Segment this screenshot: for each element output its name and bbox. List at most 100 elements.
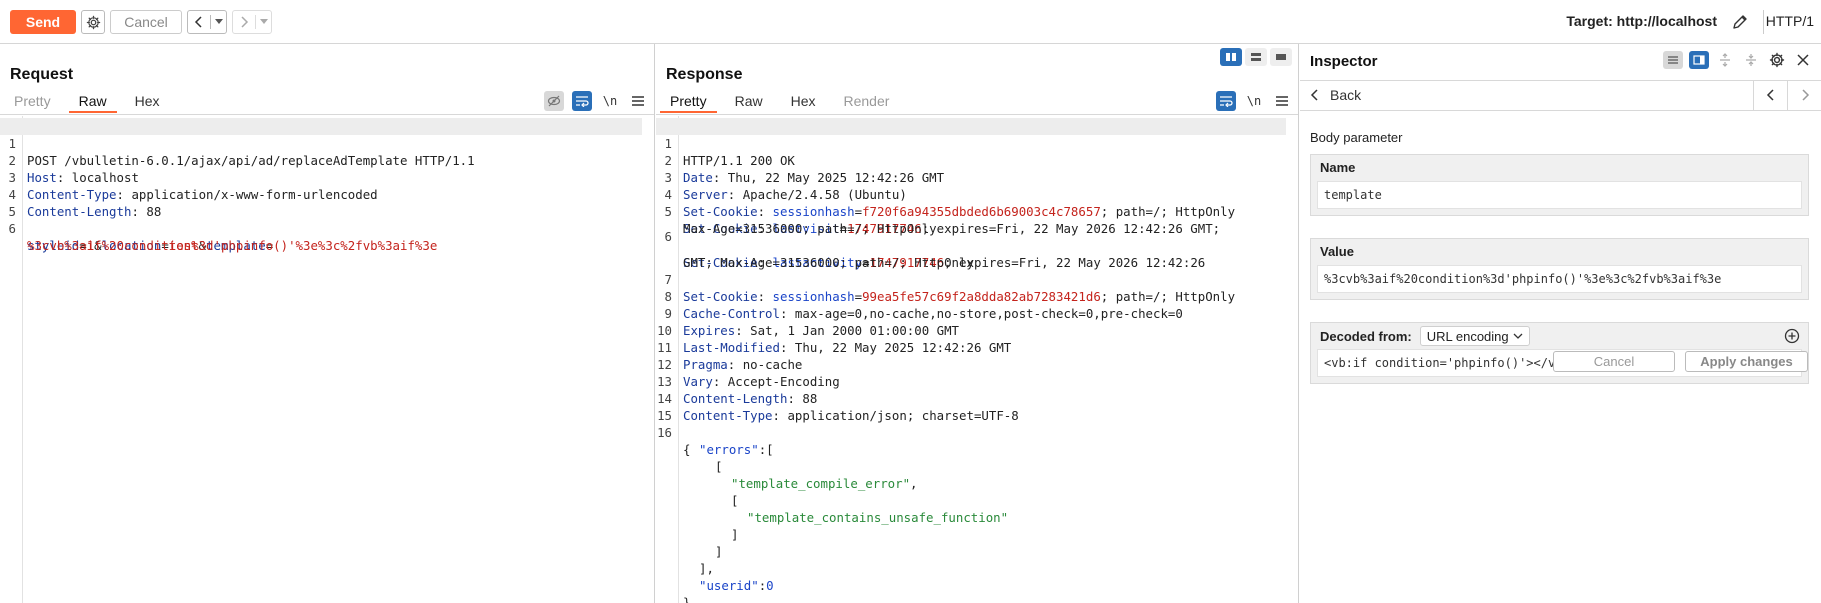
- apply-changes-button[interactable]: Apply changes: [1685, 351, 1808, 372]
- chevron-down-icon: [1513, 333, 1523, 339]
- header-value: localhost: [64, 170, 139, 185]
- section-label: Body parameter: [1310, 130, 1403, 145]
- request-editor-tools: \n: [544, 91, 648, 111]
- request-panel: Request Pretty Raw Hex \n 1 POST /vbulle…: [0, 44, 655, 603]
- back-label: Back: [1330, 87, 1362, 103]
- editor-menu-button[interactable]: [628, 91, 648, 111]
- editor-menu-button[interactable]: [1272, 91, 1292, 111]
- wrap-lines-button[interactable]: [572, 91, 592, 111]
- history-forward-group[interactable]: [232, 10, 272, 34]
- single-pane-icon: [1276, 54, 1286, 60]
- layout-single-button[interactable]: [1270, 48, 1292, 66]
- cookie-attributes: ; expires=Fri, 22 May 2026 12:42:26 GMT;: [921, 221, 1221, 236]
- tab-raw[interactable]: Raw: [68, 91, 117, 113]
- code-line: 14 Content-Type: application/json; chars…: [657, 391, 1019, 423]
- encoding-select[interactable]: URL encoding: [1419, 326, 1530, 346]
- tab-hex[interactable]: Hex: [125, 91, 170, 113]
- header-value: 88: [138, 204, 162, 219]
- tab-render[interactable]: Render: [834, 91, 900, 113]
- code-line: [: [656, 475, 738, 508]
- back-history-dropdown[interactable]: [211, 11, 226, 33]
- header-value: Thu, 22 May 2025 12:42:26 GMT: [787, 340, 1012, 355]
- code-line: "errors":[: [699, 442, 774, 457]
- pencil-icon: [1733, 15, 1747, 29]
- response-panel: Response Pretty Raw Hex Render \n 1 HTTP…: [656, 44, 1299, 603]
- header-value: max-age=0,no-cache,no-store,post-check=0…: [787, 306, 1183, 321]
- json-bracket: ]: [731, 527, 739, 542]
- tab-pretty[interactable]: Pretty: [660, 91, 717, 113]
- name-input[interactable]: template: [1317, 181, 1802, 209]
- divider: [1300, 80, 1821, 81]
- cookie-name: sessionhash: [772, 289, 855, 304]
- list-view-button[interactable]: [1663, 51, 1683, 69]
- add-encoding-button[interactable]: [1784, 328, 1800, 344]
- code-line: 4 Content-Length: 88: [0, 169, 162, 219]
- param-value: %3cvb%3aif%20condition%3d'phpinfo()'%3e%…: [27, 238, 438, 253]
- code-line: 6 styleid=1&location=test&template=: [0, 203, 274, 253]
- json-bracket: [: [715, 459, 723, 474]
- panel-view-button[interactable]: [1689, 51, 1709, 69]
- code-line: GMT; Max-Age=31536000; path=/; HttpOnly: [656, 237, 974, 270]
- split-vertical-icon: [1226, 53, 1236, 61]
- target-label: Target: http://localhost: [1566, 13, 1717, 29]
- response-tabs: Pretty Raw Hex Render: [660, 91, 907, 113]
- back-button[interactable]: Back: [1310, 80, 1361, 110]
- collapse-all-button[interactable]: [1741, 51, 1761, 69]
- inspector-cancel-button[interactable]: Cancel: [1553, 351, 1675, 372]
- code-line: ]: [656, 526, 722, 559]
- back-arrow-button[interactable]: [188, 11, 210, 33]
- chevron-right-icon: [1801, 89, 1809, 101]
- previous-item-button[interactable]: [1753, 80, 1787, 110]
- chevron-right-icon: [241, 16, 249, 28]
- chevron-left-icon: [1310, 89, 1318, 101]
- hide-nonprintable-button[interactable]: [544, 91, 564, 111]
- code-line: }: [656, 577, 701, 603]
- code-line: Max-Age=31536000; path=/; HttpOnly: [656, 203, 937, 236]
- edit-target-button[interactable]: [1729, 12, 1751, 32]
- header-value: Thu, 22 May 2025 12:42:26 GMT: [720, 170, 945, 185]
- tab-pretty[interactable]: Pretty: [4, 91, 61, 113]
- show-newlines-button[interactable]: \n: [1244, 91, 1264, 111]
- layout-split-horizontal-button[interactable]: [1245, 48, 1267, 66]
- send-button[interactable]: Send: [10, 10, 76, 34]
- code-line: [: [656, 441, 722, 474]
- caret-down-icon: [259, 19, 268, 24]
- response-editor[interactable]: 1 HTTP/1.1 200 OK 2 Date: Thu, 22 May 20…: [656, 116, 1298, 603]
- expand-all-button[interactable]: [1715, 51, 1735, 69]
- top-toolbar: Send Cancel Target: http://localhost HTT…: [0, 0, 1821, 44]
- forward-arrow-button[interactable]: [233, 11, 255, 33]
- code-line: ],: [656, 543, 714, 576]
- request-editor[interactable]: 1 POST /vbulletin-6.0.1/ajax/api/ad/repl…: [0, 116, 654, 603]
- wrap-lines-button[interactable]: [1216, 91, 1236, 111]
- history-back-group[interactable]: [187, 10, 227, 34]
- tab-raw[interactable]: Raw: [725, 91, 773, 113]
- cookie-value: 99ea5fe57c69f2a8dda82ab7283421d6: [862, 289, 1101, 304]
- menu-icon: [1276, 96, 1288, 106]
- settings-button[interactable]: [81, 10, 105, 34]
- json-brace: }: [683, 595, 691, 603]
- json-key: "userid": [699, 578, 759, 593]
- protocol-selector[interactable]: HTTP/1: [1766, 13, 1814, 29]
- cookie-attributes: GMT; Max-Age=31536000; path=/; HttpOnly: [683, 255, 974, 270]
- layout-split-vertical-button[interactable]: [1220, 48, 1242, 66]
- value-input[interactable]: %3cvb%3aif%20condition%3d'phpinfo()'%3e%…: [1317, 265, 1802, 293]
- cookie-value: f720f6a94355dbded6b69003c4c78657: [862, 204, 1101, 219]
- code-line: 15: [656, 390, 701, 423]
- tab-hex[interactable]: Hex: [781, 91, 826, 113]
- forward-history-dropdown[interactable]: [256, 11, 271, 33]
- code-line: 1 HTTP/1.1 200 OK: [656, 118, 1286, 168]
- code-line: "template_compile_error",: [731, 476, 918, 491]
- name-label: Name: [1320, 160, 1356, 175]
- code-line: 4 Set-Cookie: sessionhash=f720f6a94355db…: [656, 169, 1236, 219]
- show-newlines-button[interactable]: \n: [600, 91, 620, 111]
- cookie-attributes: Max-Age=31536000; path=/; HttpOnly: [683, 221, 937, 236]
- layout-toggle: [1220, 48, 1292, 66]
- inspector-settings-button[interactable]: [1767, 51, 1787, 69]
- code-line: "userid":0: [699, 578, 774, 593]
- gear-icon: [86, 15, 100, 29]
- next-item-button[interactable]: [1787, 80, 1821, 110]
- code-line: ]: [656, 509, 738, 542]
- decoded-label: Decoded from:: [1320, 328, 1412, 344]
- inspector-close-button[interactable]: [1793, 51, 1813, 69]
- cancel-button[interactable]: Cancel: [110, 10, 182, 34]
